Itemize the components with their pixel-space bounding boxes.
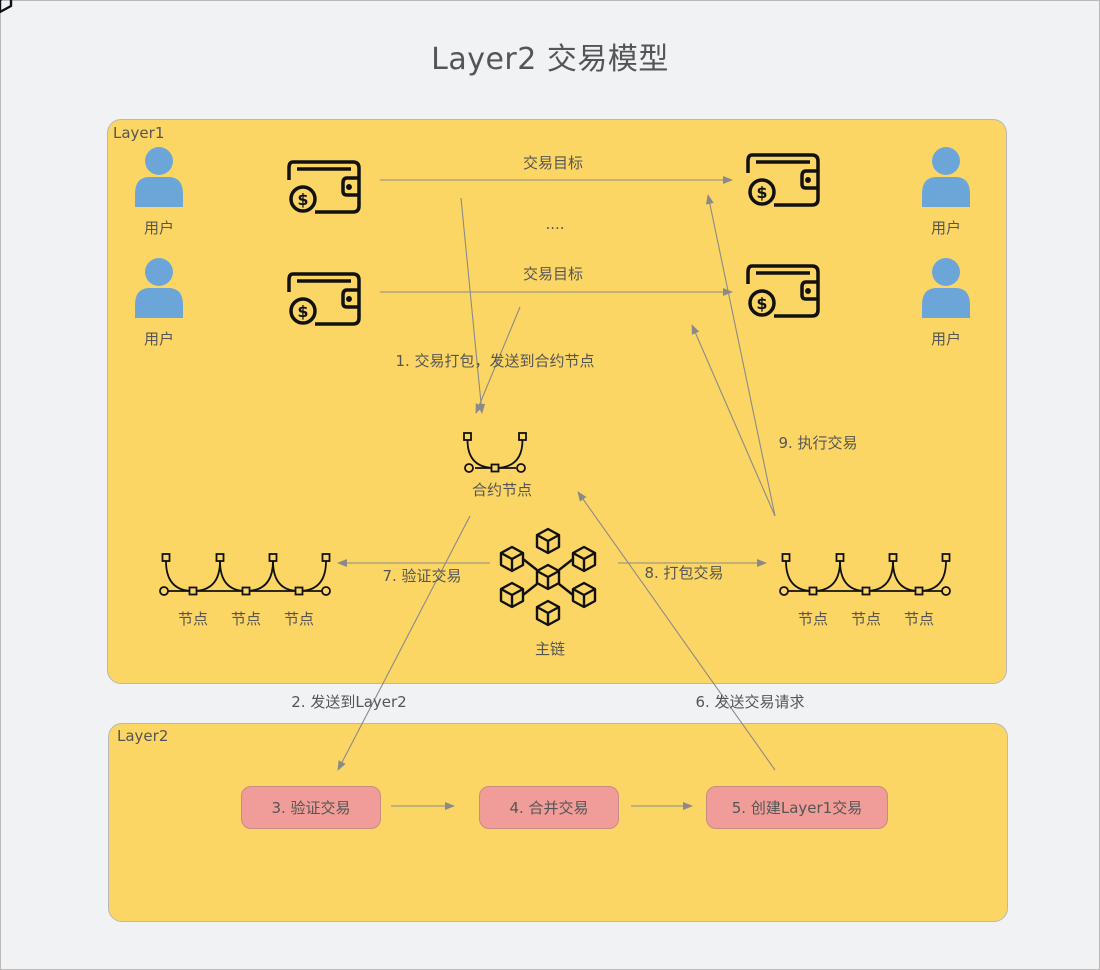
transfer-target-label: 交易目标 xyxy=(522,154,583,172)
contract-node-label: 合约节点 xyxy=(471,481,532,499)
node-label: 节点 xyxy=(797,610,828,628)
user-icon xyxy=(922,258,970,318)
step7-label: 7. 验证交易 xyxy=(382,567,462,585)
svg-text:$: $ xyxy=(297,190,308,209)
wallet-icon: $ xyxy=(287,160,361,214)
transfer-target-label: 交易目标 xyxy=(522,265,583,283)
step3-box-label: 3. 验证交易 xyxy=(271,799,351,817)
wallet-icon xyxy=(287,272,361,326)
node-label: 节点 xyxy=(850,610,881,628)
node-label: 节点 xyxy=(283,610,314,628)
user-label: 用户 xyxy=(930,219,961,237)
arrow-step9-b xyxy=(691,324,776,517)
node-label: 节点 xyxy=(177,610,208,628)
node-label: 节点 xyxy=(230,610,261,628)
arrow-step2 xyxy=(337,515,471,771)
user-icon xyxy=(135,147,183,207)
step3-box: 3. 验证交易 xyxy=(241,786,381,829)
step8-label: 8. 打包交易 xyxy=(644,564,724,582)
step2-label: 2. 发送到Layer2 xyxy=(291,693,407,711)
bezier-node-icon xyxy=(463,432,527,473)
node-label: 节点 xyxy=(903,610,934,628)
wallet-icon xyxy=(746,153,820,207)
step4-box: 4. 合并交易 xyxy=(479,786,619,829)
step5-box-label: 5. 创建Layer1交易 xyxy=(731,799,863,817)
user-icon xyxy=(922,147,970,207)
step6-label: 6. 发送交易请求 xyxy=(695,693,805,711)
step4-box-label: 4. 合并交易 xyxy=(509,799,589,817)
diagram-canvas: Layer2 交易模型 Layer1 Layer2 $ 用户 用户 用户 用户 … xyxy=(0,0,1100,970)
wallet-icon xyxy=(746,264,820,318)
arrow-step9-a xyxy=(705,194,776,517)
step5-box: 5. 创建Layer1交易 xyxy=(706,786,888,829)
user-label: 用户 xyxy=(143,219,174,237)
step1-label: 1. 交易打包，发送到合约节点 xyxy=(395,352,595,370)
node-cluster-icon xyxy=(159,553,331,596)
step9-label: 9. 执行交易 xyxy=(778,434,858,452)
user-icon xyxy=(135,258,183,318)
node-cluster-icon xyxy=(779,553,951,596)
user-label: 用户 xyxy=(930,330,961,348)
arrow-step6 xyxy=(577,491,776,771)
arrow-wallet1-to-contract xyxy=(460,197,486,414)
transfer-ellipsis: .... xyxy=(545,215,565,233)
user-label: 用户 xyxy=(143,330,174,348)
main-chain-label: 主链 xyxy=(534,640,565,658)
